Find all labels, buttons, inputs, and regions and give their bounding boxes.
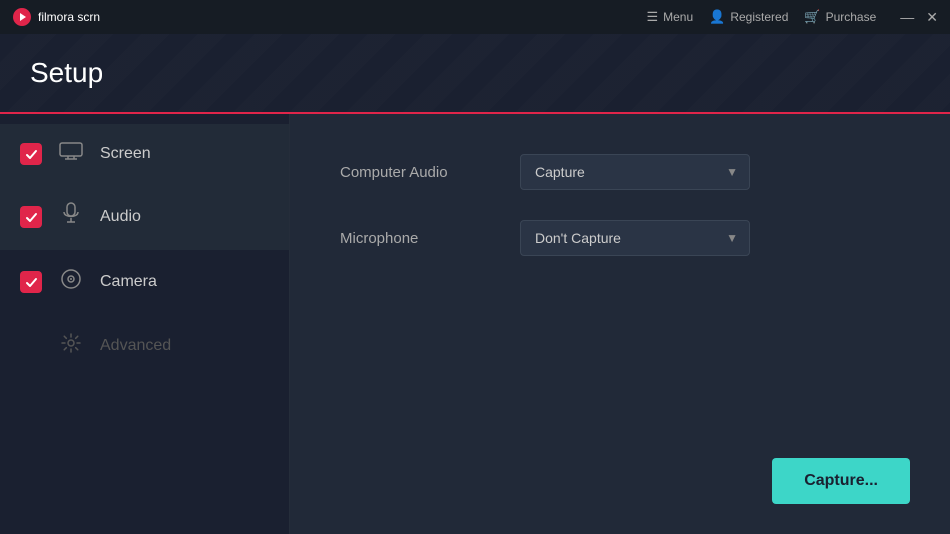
camera-label: Camera [100, 273, 157, 291]
menu-icon: ☰ [646, 9, 658, 25]
advanced-icon [58, 332, 84, 360]
check-icon [25, 211, 38, 224]
audio-icon [58, 202, 84, 232]
purchase-button[interactable]: 🛒 Purchase [804, 9, 876, 25]
check-icon [25, 148, 38, 161]
close-button[interactable]: ✕ [926, 10, 938, 24]
screen-icon [58, 142, 84, 166]
microphone-label: Microphone [340, 230, 500, 247]
registered-button[interactable]: 👤 Registered [709, 9, 788, 25]
camera-checkbox[interactable] [20, 271, 42, 293]
content-area: Computer Audio Capture Don't Capture ▼ M… [290, 114, 950, 534]
header: Setup [0, 34, 950, 114]
sidebar-item-advanced[interactable]: Advanced [0, 314, 289, 378]
screen-label: Screen [100, 145, 151, 163]
titlebar: filmora scrn ☰ Menu 👤 Registered 🛒 Purch… [0, 0, 950, 34]
computer-audio-row: Computer Audio Capture Don't Capture ▼ [340, 154, 900, 190]
user-icon: 👤 [709, 9, 725, 25]
computer-audio-select[interactable]: Capture Don't Capture [520, 154, 750, 190]
window-controls: — ✕ [900, 10, 938, 24]
app-logo-text: filmora scrn [38, 10, 100, 24]
purchase-label: Purchase [826, 10, 877, 24]
computer-audio-select-wrapper: Capture Don't Capture ▼ [520, 154, 750, 190]
check-icon [25, 276, 38, 289]
microphone-select[interactable]: Capture Don't Capture [520, 220, 750, 256]
camera-icon [58, 268, 84, 296]
menu-button[interactable]: ☰ Menu [646, 9, 693, 25]
audio-label: Audio [100, 208, 141, 226]
computer-audio-label: Computer Audio [340, 164, 500, 181]
screen-checkbox[interactable] [20, 143, 42, 165]
sidebar-item-audio[interactable]: Audio [0, 184, 289, 250]
main-content: Screen Audio [0, 114, 950, 534]
audio-checkbox[interactable] [20, 206, 42, 228]
page-title: Setup [30, 57, 103, 89]
menu-label: Menu [663, 10, 693, 24]
sidebar-item-camera[interactable]: Camera [0, 250, 289, 314]
capture-button[interactable]: Capture... [772, 458, 910, 504]
titlebar-right: ☰ Menu 👤 Registered 🛒 Purchase — ✕ [646, 9, 938, 25]
advanced-label: Advanced [100, 337, 171, 355]
app-logo-icon [12, 7, 32, 27]
titlebar-left: filmora scrn [12, 7, 100, 27]
microphone-row: Microphone Capture Don't Capture ▼ [340, 220, 900, 256]
cart-icon: 🛒 [804, 9, 820, 25]
registered-label: Registered [730, 10, 788, 24]
sidebar: Screen Audio [0, 114, 290, 534]
sidebar-item-screen[interactable]: Screen [0, 124, 289, 184]
microphone-select-wrapper: Capture Don't Capture ▼ [520, 220, 750, 256]
minimize-button[interactable]: — [900, 10, 914, 24]
